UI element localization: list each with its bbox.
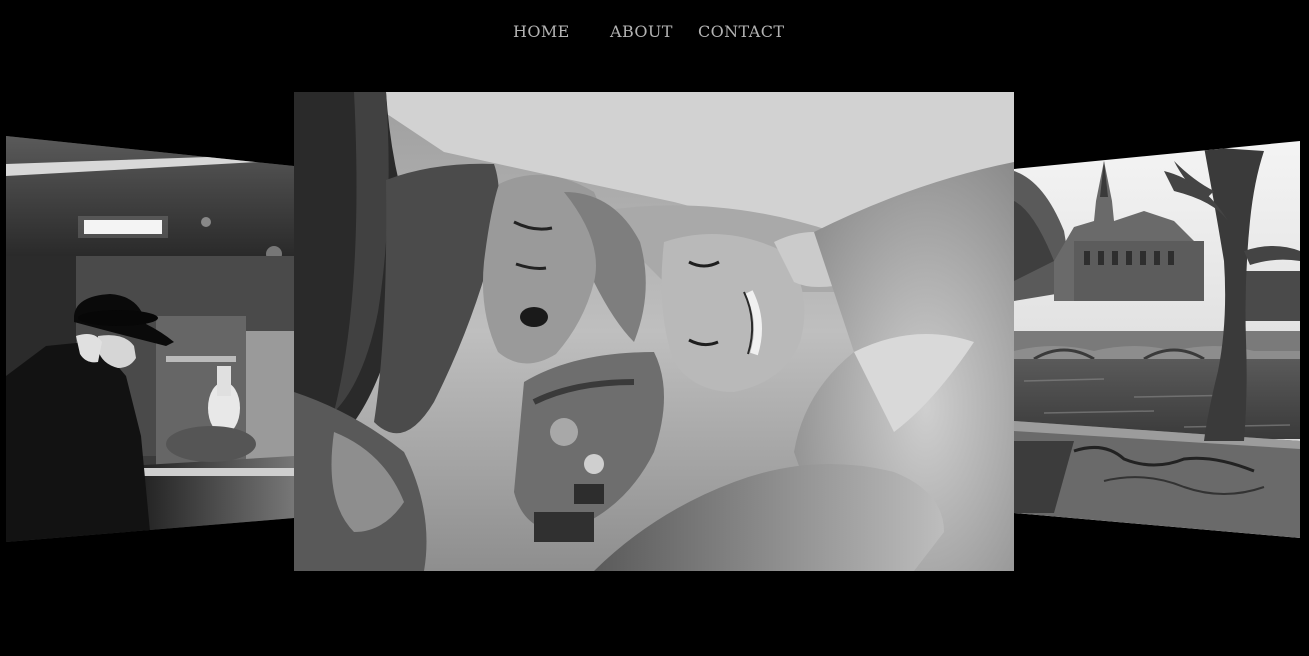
slide-left-photo[interactable] [6,136,294,542]
slide-center-photo[interactable] [294,92,1014,571]
slide-right-photo[interactable] [1014,141,1300,538]
main-nav: HOME ABOUT CONTACT [0,22,1309,46]
nav-about-link[interactable]: ABOUT [610,22,673,41]
nav-contact-link[interactable]: CONTACT [698,22,784,41]
nav-home-link[interactable]: HOME [513,22,570,41]
